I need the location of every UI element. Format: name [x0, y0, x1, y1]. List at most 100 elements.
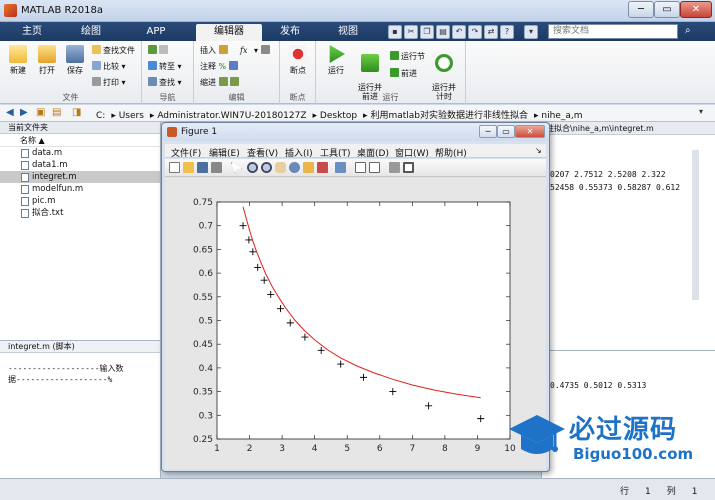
- insert-legend-icon[interactable]: [369, 162, 380, 173]
- menu-window[interactable]: 窗口(W): [395, 146, 429, 159]
- open-button[interactable]: 打开: [33, 45, 61, 76]
- file-row-selected[interactable]: integret.m: [0, 171, 160, 183]
- save-button[interactable]: 保存: [61, 45, 89, 76]
- address-dropdown-icon[interactable]: ▾: [699, 107, 703, 116]
- breadcrumb-segment[interactable]: C:: [96, 111, 105, 121]
- menu-view[interactable]: 查看(V): [247, 146, 278, 159]
- tab-home[interactable]: 主页: [10, 24, 54, 41]
- open-file-icon[interactable]: [183, 162, 194, 173]
- hide-plot-tools-icon[interactable]: [389, 162, 400, 173]
- run-button[interactable]: 运行: [322, 45, 350, 76]
- editor-panel: 性拟合\nihe_a,m\integret.m 0207 2.7512 2.52…: [541, 122, 715, 350]
- row-value: 1: [645, 487, 651, 497]
- section-label-navigate: 导航: [159, 93, 176, 102]
- menu-insert[interactable]: 插入(I): [285, 146, 313, 159]
- redo-quick-icon[interactable]: ↷: [468, 25, 482, 39]
- insert-colorbar-icon[interactable]: [355, 162, 366, 173]
- figure-title: Figure 1: [181, 127, 218, 137]
- file-name: pic.m: [32, 196, 56, 206]
- quick-access-dropdown-icon[interactable]: ▾: [524, 25, 538, 39]
- editor-scrollbar[interactable]: [692, 150, 699, 300]
- minimize-button[interactable]: ─: [628, 1, 654, 18]
- file-row[interactable]: modelfun.m: [0, 183, 160, 195]
- help-quick-icon[interactable]: ?: [500, 25, 514, 39]
- section-label-run: 运行: [382, 93, 399, 102]
- section-label-edit: 编辑: [228, 93, 245, 102]
- back-forward-button[interactable]: [148, 45, 170, 57]
- tab-plots[interactable]: 绘图: [66, 24, 116, 41]
- file-row[interactable]: data1.m: [0, 159, 160, 171]
- search-documentation-input[interactable]: 搜索文档: [548, 24, 678, 39]
- smart-indent-icon: [229, 77, 239, 86]
- pan-hand-icon[interactable]: [275, 162, 286, 173]
- save-quick-icon[interactable]: ▪: [388, 25, 402, 39]
- browse-folder-icon[interactable]: ▤: [52, 107, 61, 118]
- m-file-icon: [21, 173, 29, 182]
- tab-apps[interactable]: APP: [128, 24, 184, 41]
- find-button[interactable]: 查找 ▾: [148, 77, 182, 89]
- figure-window[interactable]: Figure 1 ─ ▭ ✕ 文件(F) 编辑(E) 查看(V) 插入(I) 工…: [161, 122, 550, 472]
- show-plot-tools-icon[interactable]: [403, 162, 414, 173]
- file-row[interactable]: 拟合.txt: [0, 207, 160, 219]
- edit-plot-arrow-icon[interactable]: [231, 162, 242, 173]
- up-folder-icon[interactable]: ▣: [36, 107, 45, 118]
- indent-button[interactable]: 缩进: [200, 77, 241, 89]
- rotate-3d-icon[interactable]: [289, 162, 300, 173]
- figure-close-button[interactable]: ✕: [515, 125, 545, 138]
- link-plot-icon[interactable]: [335, 162, 346, 173]
- insert-button[interactable]: 插入: [200, 45, 230, 57]
- comment-button[interactable]: 注释 %: [200, 61, 240, 73]
- print-figure-icon[interactable]: [211, 162, 222, 173]
- function-icon[interactable]: ▾: [254, 45, 272, 57]
- zoom-out-icon[interactable]: [261, 162, 272, 173]
- editor-ribbon: 新建 打开 保存 查找文件 比较 ▾ 打印 ▾ 文件 转至 ▾ 查找 ▾ 导航 …: [0, 41, 715, 104]
- paste-quick-icon[interactable]: ▤: [436, 25, 450, 39]
- compare-button[interactable]: 比较 ▾: [92, 61, 126, 73]
- file-row[interactable]: pic.m: [0, 195, 160, 207]
- figure-title-bar[interactable]: Figure 1 ─ ▭ ✕: [162, 123, 549, 141]
- figure-maximize-button[interactable]: ▭: [497, 125, 515, 138]
- menu-edit[interactable]: 编辑(E): [209, 146, 240, 159]
- menu-tools[interactable]: 工具(T): [320, 146, 351, 159]
- copy-quick-icon[interactable]: ❐: [420, 25, 434, 39]
- switch-windows-icon[interactable]: ⇄: [484, 25, 498, 39]
- name-column-header[interactable]: 名称 ▲: [0, 134, 160, 147]
- fx-button[interactable]: fx: [240, 45, 247, 57]
- tab-publish[interactable]: 发布: [270, 24, 310, 41]
- new-figure-icon[interactable]: [169, 162, 180, 173]
- menu-desktop[interactable]: 桌面(D): [357, 146, 389, 159]
- close-button[interactable]: ✕: [680, 1, 712, 18]
- figure-minimize-button[interactable]: ─: [479, 125, 497, 138]
- menu-file[interactable]: 文件(F): [171, 146, 201, 159]
- breadcrumb-segment[interactable]: Desktop: [320, 111, 357, 121]
- maximize-button[interactable]: ▭: [654, 1, 680, 18]
- x-tick-label: 2: [247, 444, 253, 454]
- run-section-button[interactable]: 运行节: [390, 51, 425, 63]
- save-figure-icon[interactable]: [197, 162, 208, 173]
- data-cursor-icon[interactable]: [303, 162, 314, 173]
- breadcrumb-segment[interactable]: Administrator.WIN7U-20180127Z: [157, 111, 306, 121]
- open-label: 打开: [39, 66, 55, 75]
- goto-button[interactable]: 转至 ▾: [148, 61, 182, 73]
- zoom-in-icon[interactable]: [247, 162, 258, 173]
- menu-dock-icon[interactable]: ↘: [535, 146, 542, 155]
- back-icon[interactable]: ◀: [6, 107, 14, 118]
- breakpoints-button[interactable]: 断点: [284, 45, 312, 76]
- print-button[interactable]: 打印 ▾: [92, 77, 126, 89]
- new-button[interactable]: 新建: [4, 45, 32, 76]
- undo-quick-icon[interactable]: ↶: [452, 25, 466, 39]
- tab-view[interactable]: 视图: [326, 24, 370, 41]
- forward-icon[interactable]: ▶: [20, 107, 28, 118]
- breadcrumb-segment[interactable]: Users: [119, 111, 144, 121]
- brush-icon[interactable]: [317, 162, 328, 173]
- breadcrumb-segment[interactable]: 利用matlab对实验数据进行非线性拟合: [370, 111, 528, 121]
- search-icon[interactable]: ⌕: [685, 25, 699, 38]
- breadcrumb-segment[interactable]: nihe_a,m: [541, 111, 582, 121]
- find-files-button[interactable]: 查找文件: [92, 45, 135, 57]
- file-row[interactable]: data.m: [0, 147, 160, 159]
- cut-quick-icon[interactable]: ✂: [404, 25, 418, 39]
- tab-editor[interactable]: 编辑器: [196, 24, 262, 41]
- advance-button[interactable]: 前进: [390, 68, 417, 80]
- menu-help[interactable]: 帮助(H): [435, 146, 467, 159]
- folder-icon: ◨: [72, 107, 82, 118]
